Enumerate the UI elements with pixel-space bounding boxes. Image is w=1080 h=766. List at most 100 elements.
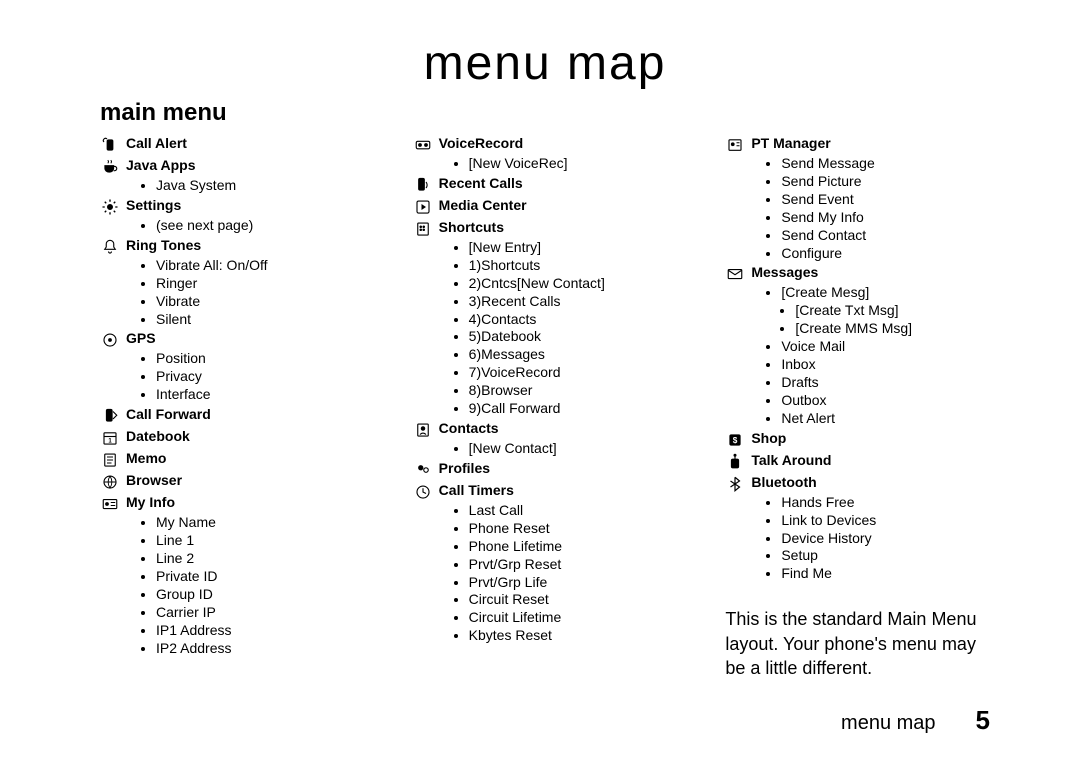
menu-item: Silent [156,311,365,329]
menu-item-list: Last CallPhone ResetPhone Lifetime Prvt/G… [413,502,678,645]
target-icon [100,330,120,350]
menu-item: Find Me [781,565,990,583]
menu-item: Inbox [781,356,990,374]
menu-item-list: Voice MailInboxDraftsOutboxNet Alert [725,338,990,428]
menu-item: Phone Reset [469,520,678,538]
menu-section-label: Browser [126,472,182,490]
menu-section-head: Media Center [413,197,678,217]
menu-item: Ringer [156,275,365,293]
menu-item: Kbytes Reset [469,627,678,645]
menu-section-label: PT Manager [751,135,830,153]
menu-item-list: Java System [100,177,365,195]
menu-section: Memo [100,450,365,470]
menu-section: Browser [100,472,365,492]
menu-section-head: $ Shop [725,430,990,450]
page: menu map main menu Call Alert Java Apps Ja… [0,0,1080,766]
shop-icon: $ [725,430,745,450]
menu-item: (see next page) [156,217,365,235]
menu-section-head: GPS [100,330,365,350]
menu-section-head: Shortcuts [413,219,678,239]
column-3: PT Manager Send MessageSend PictureSend E… [725,133,990,680]
menu-item: Phone Lifetime [469,538,678,556]
menu-section-head: Profiles [413,460,678,480]
menu-section-label: Shortcuts [439,219,504,237]
menu-section-label: Java Apps [126,157,196,175]
menu-item: Group ID [156,586,365,604]
menu-section: My Info My NameLine 1Line 2Private IDGrou… [100,494,365,657]
menu-section: Talk Around [725,452,990,472]
calendar-icon: 1 [100,428,120,448]
section-subtitle: main menu [100,99,990,127]
menu-item: 1)Shortcuts [469,257,678,275]
menu-section-head: Memo [100,450,365,470]
menu-item-list: (see next page) [100,217,365,235]
globe-icon [100,472,120,492]
menu-section-head: Recent Calls [413,175,678,195]
menu-item: Send Message [781,155,990,173]
menu-section-label: Settings [126,197,181,215]
menu-section-label: Bluetooth [751,474,816,492]
menu-section-label: Call Forward [126,406,211,424]
menu-item-list: [Create Txt Msg][Create MMS Msg] [725,302,990,338]
menu-item: Privacy [156,368,365,386]
menu-section-head: Contacts [413,420,678,440]
menu-item: 4)Contacts [469,311,678,329]
menu-item: Voice Mail [781,338,990,356]
menu-section-head: VoiceRecord [413,135,678,155]
profiles-icon [413,460,433,480]
menu-item-list: My NameLine 1Line 2Private IDGroup IDCar… [100,514,365,657]
recent-calls-icon [413,175,433,195]
menu-section-label: Contacts [439,420,499,438]
shortcut-icon [413,219,433,239]
menu-section-head: PT Manager [725,135,990,155]
note-icon [100,450,120,470]
footer-title: menu map [841,712,936,735]
menu-section: Profiles [413,460,678,480]
menu-section: Recent Calls [413,175,678,195]
menu-section-label: Call Alert [126,135,187,153]
menu-section-label: Datebook [126,428,190,446]
menu-item: Last Call [469,502,678,520]
menu-section-head: Bluetooth [725,474,990,494]
menu-item: Prvt/Grp Life [469,574,678,592]
radio-icon [725,452,745,472]
menu-item-list: [New Contact] [413,440,678,458]
menu-item: [New Entry] [469,239,678,257]
menu-item: Private ID [156,568,365,586]
menu-section-head: My Info [100,494,365,514]
menu-item: Vibrate [156,293,365,311]
menu-section-head: Ring Tones [100,237,365,257]
column-2: VoiceRecord[New VoiceRec]Recent CallsMed… [413,133,678,680]
menu-item: 8)Browser [469,382,678,400]
menu-item-list: Send MessageSend PictureSend EventSend M… [725,155,990,262]
menu-section-label: Profiles [439,460,490,478]
columns-container: Call Alert Java Apps Java System Settings (s… [100,133,990,680]
menu-item: 9)Call Forward [469,400,678,418]
menu-section-head: Java Apps [100,157,365,177]
menu-section: Call TimersLast CallPhone ResetPhone Lif… [413,482,678,645]
menu-section-label: Shop [751,430,786,448]
menu-item: Drafts [781,374,990,392]
menu-item: Circuit Reset [469,591,678,609]
menu-section-head: Call Forward [100,406,365,426]
menu-item: Send Event [781,191,990,209]
menu-section-head: Messages [725,264,990,284]
menu-section-head: Browser [100,472,365,492]
menu-section-label: Recent Calls [439,175,523,193]
column-1: Call Alert Java Apps Java System Settings (s… [100,133,365,680]
menu-item-list: [New Entry]1)Shortcuts2)Cntcs[New Contac… [413,239,678,418]
menu-section-label: My Info [126,494,175,512]
menu-section-label: Talk Around [751,452,831,470]
menu-section: $ Shop [725,430,990,450]
menu-section-head: Call Timers [413,482,678,502]
menu-item: Line 2 [156,550,365,568]
menu-section: Call Alert [100,135,365,155]
menu-section-label: Ring Tones [126,237,201,255]
menu-section: Ring TonesVibrate All: On/OffRingerVibra… [100,237,365,329]
menu-item: Java System [156,177,365,195]
media-icon [413,197,433,217]
manager-icon [725,135,745,155]
signal-phone-icon [100,135,120,155]
menu-item: Setup [781,547,990,565]
page-title: menu map [100,36,990,91]
